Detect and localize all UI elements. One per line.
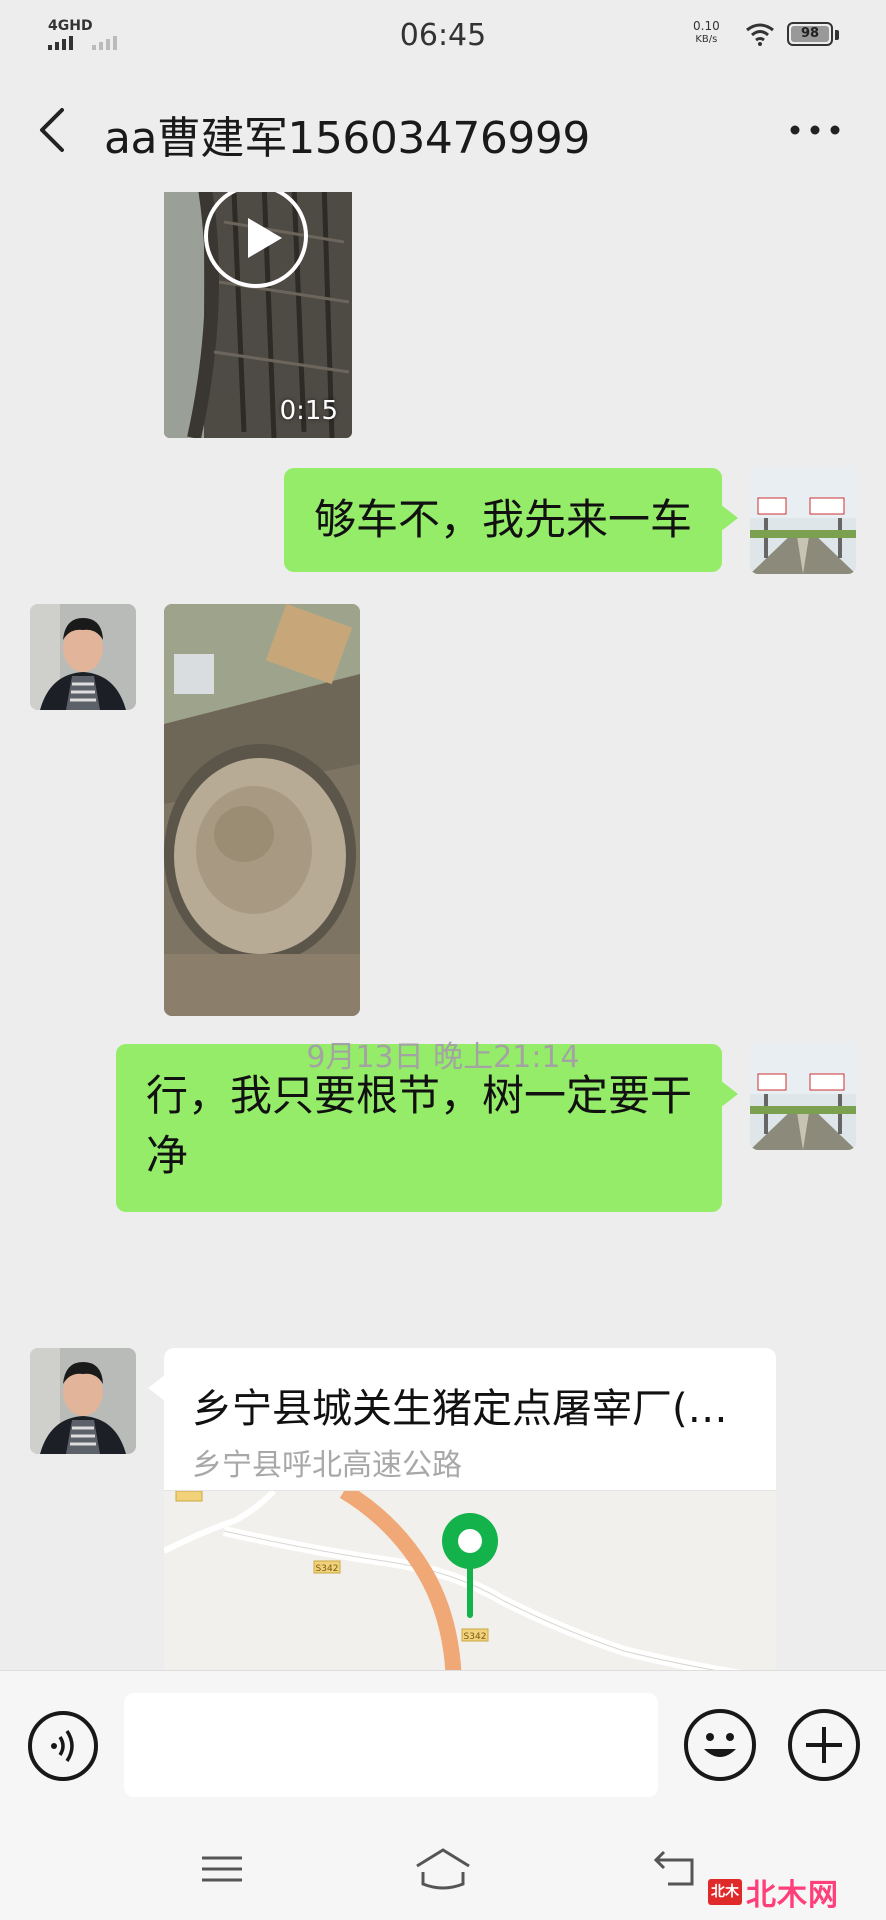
video-duration: 0:15 [279, 396, 338, 426]
watermark: 北木 北木网 [708, 1872, 839, 1913]
battery-icon: 98 [787, 22, 833, 46]
message-input[interactable] [124, 1693, 658, 1797]
speed-value: 0.10 [693, 19, 720, 33]
back-arrow-icon[interactable] [648, 1844, 708, 1894]
home-icon[interactable] [413, 1844, 473, 1894]
outgoing-message-bubble[interactable]: 够车不，我先来一车 [283, 468, 739, 572]
chat-title: aa曹建军15603476999 [104, 113, 590, 164]
battery-level: 98 [791, 26, 829, 42]
status-bar: 4GHD 06:45 0.10 KB/s 98 [0, 0, 886, 70]
my-avatar[interactable] [750, 468, 856, 574]
speed-unit: KB/s [695, 34, 718, 45]
video-message[interactable]: 0:15 [164, 192, 352, 438]
log-photo [164, 604, 360, 1016]
message-timestamp: 9月13日 晚上21:14 [306, 1040, 580, 1075]
map-road-label: S342 [316, 1564, 339, 1574]
input-bar [0, 1670, 886, 1820]
watermark-logo: 北木 [708, 1879, 742, 1905]
chevron-left-icon[interactable] [28, 100, 78, 160]
contact-avatar[interactable] [30, 604, 136, 710]
location-address: 乡宁县呼北高速公路 [192, 1448, 462, 1483]
plus-icon[interactable] [788, 1709, 860, 1781]
voice-icon[interactable] [28, 1711, 98, 1781]
battery-cap [835, 30, 839, 40]
location-map[interactable]: S342 S342 [164, 1484, 776, 1670]
location-title: 乡宁县城关生猪定点屠宰厂(… [192, 1386, 728, 1432]
contact-avatar[interactable] [30, 1348, 136, 1454]
image-message[interactable] [164, 604, 360, 1016]
network-speed: 0.10 KB/s [693, 20, 720, 46]
more-dots-icon[interactable] [780, 100, 850, 160]
message-list[interactable]: 0:15 够车不，我先来一车 行，我只要根节，树一定要干净 9月13日 晚上21… [0, 192, 886, 1670]
watermark-text: 北木网 [746, 1878, 839, 1913]
wifi-icon [746, 23, 774, 46]
chat-header: aa曹建军15603476999 [0, 70, 886, 192]
menu-icon[interactable] [192, 1844, 252, 1894]
location-message[interactable]: 乡宁县城关生猪定点屠宰厂(… 乡宁县呼北高速公路 S342 S342 [164, 1348, 776, 1670]
emoji-icon[interactable] [684, 1709, 756, 1781]
map-road-label: S342 [464, 1632, 487, 1642]
